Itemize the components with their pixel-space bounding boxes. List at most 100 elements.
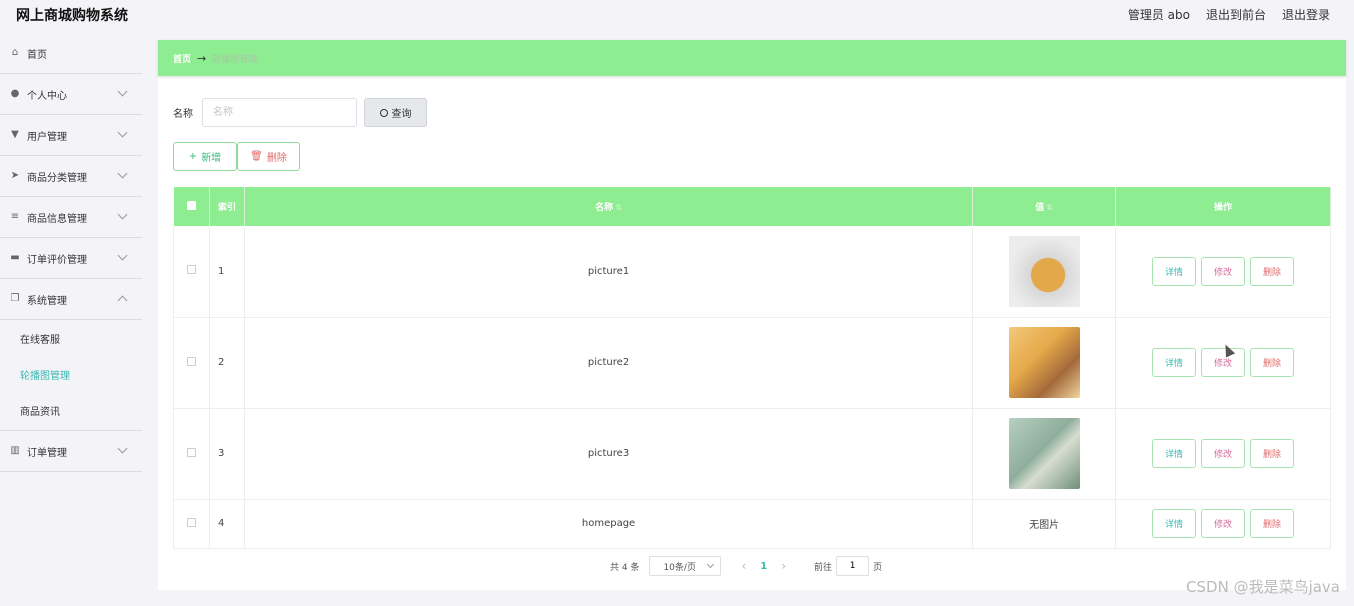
admin-label: 管理员 abo xyxy=(1127,8,1190,22)
sidebar-item-label: 用户管理 xyxy=(27,131,67,143)
user-icon: ● xyxy=(10,88,20,99)
table-row: 3 picture3 详情 修改 删除 xyxy=(173,408,1331,500)
row-name: picture2 xyxy=(244,317,974,409)
delete-button[interactable]: 删除 xyxy=(1250,348,1295,377)
monitor-icon: ▬ xyxy=(10,252,20,263)
row-checkbox[interactable] xyxy=(186,265,196,275)
row-no-image: 无图片 xyxy=(972,499,1117,549)
trash-icon: 🗑 xyxy=(250,151,263,162)
sidebar-sub-customer-service[interactable]: 在线客服 xyxy=(0,320,142,356)
detail-button[interactable]: 详情 xyxy=(1152,348,1197,377)
goto-prefix: 前往 xyxy=(814,562,833,573)
sidebar-item-profile[interactable]: ● 个人中心 xyxy=(0,74,142,115)
arrow-right-icon: → xyxy=(197,51,207,65)
breadcrumb-current: 轮播图管理 xyxy=(212,54,258,65)
add-button[interactable]: + 新增 xyxy=(173,142,237,171)
prev-page-button[interactable]: ‹ xyxy=(741,559,746,573)
col-name[interactable]: 名称 ⇅ xyxy=(244,187,974,226)
sidebar-sub-carousel[interactable]: 轮播图管理 xyxy=(0,356,142,392)
sidebar-item-label: 系统管理 xyxy=(27,295,67,307)
delete-button[interactable]: 删除 xyxy=(1250,509,1295,538)
edit-button[interactable]: 修改 xyxy=(1201,439,1246,468)
next-page-button[interactable]: › xyxy=(781,559,786,573)
row-checkbox[interactable] xyxy=(186,447,196,457)
row-name: homepage xyxy=(244,499,974,549)
detail-button[interactable]: 详情 xyxy=(1152,439,1197,468)
row-name: picture1 xyxy=(244,226,974,318)
chevron-up-icon xyxy=(117,295,128,306)
sidebar-item-label: 首页 xyxy=(27,49,47,61)
sidebar-item-label: 订单评价管理 xyxy=(27,254,87,266)
page-size-select[interactable]: 10条/页 xyxy=(649,556,722,576)
select-all-checkbox[interactable] xyxy=(186,200,196,210)
sidebar-sub-news[interactable]: 商品资讯 xyxy=(0,392,142,428)
col-index: 索引 xyxy=(209,187,245,226)
list-icon: ≡ xyxy=(10,211,20,222)
sidebar-item-system[interactable]: ❐ 系统管理 xyxy=(0,279,142,320)
watermark: CSDN @我是菜鸟java xyxy=(1186,578,1340,596)
sidebar-item-users[interactable]: ▼ 用户管理 xyxy=(0,115,142,156)
table-row: 4 homepage 无图片 详情 修改 删除 xyxy=(173,499,1331,549)
delete-button[interactable]: 删除 xyxy=(1250,439,1295,468)
carousel-thumbnail[interactable] xyxy=(1008,418,1080,489)
top-right-nav: 管理员 abo 退出到前台 退出登录 xyxy=(1128,6,1330,23)
chevron-down-icon xyxy=(117,86,128,97)
col-name-label: 名称 xyxy=(595,203,614,213)
row-index: 2 xyxy=(209,317,245,409)
search-row: 名称 查询 xyxy=(173,98,427,127)
pager-total: 共 4 条 xyxy=(610,562,640,573)
search-input[interactable] xyxy=(202,98,357,127)
sidebar-item-orders[interactable]: ▥ 订单管理 xyxy=(0,431,142,472)
breadcrumb: 首页 → 轮播图管理 xyxy=(158,40,1346,76)
action-row: + 新增 🗑 删除 xyxy=(173,142,300,171)
chevron-down-icon xyxy=(117,250,128,261)
home-icon: ⌂ xyxy=(11,47,19,58)
system-submenu: 在线客服 轮播图管理 商品资讯 xyxy=(0,320,142,431)
row-checkbox[interactable] xyxy=(186,517,196,527)
logout-link[interactable]: 退出登录 xyxy=(1282,6,1330,23)
sort-icon[interactable]: ⇅ xyxy=(1046,203,1053,212)
sidebar-item-products[interactable]: ≡ 商品信息管理 xyxy=(0,197,142,238)
row-index: 1 xyxy=(209,226,245,318)
exit-to-front-link[interactable]: 退出到前台 xyxy=(1206,6,1266,23)
chevron-down-icon xyxy=(117,168,128,179)
sidebar-item-label: 商品分类管理 xyxy=(27,172,87,184)
sidebar-item-label: 订单管理 xyxy=(27,447,67,459)
sidebar-item-label: 个人中心 xyxy=(27,90,67,102)
users-icon: ▼ xyxy=(11,129,19,140)
edit-button[interactable]: 修改 xyxy=(1201,509,1246,538)
goto-suffix: 页 xyxy=(873,562,883,573)
carousel-thumbnail[interactable] xyxy=(1008,327,1080,398)
col-actions: 操作 xyxy=(1115,187,1331,226)
sidebar-item-categories[interactable]: ➤ 商品分类管理 xyxy=(0,156,142,197)
row-name: picture3 xyxy=(244,408,974,500)
batch-delete-button[interactable]: 🗑 删除 xyxy=(237,142,300,171)
row-index: 3 xyxy=(209,408,245,500)
app-title: 网上商城购物系统 xyxy=(16,8,128,24)
edit-button[interactable]: 修改 xyxy=(1201,256,1246,286)
sidebar-item-reviews[interactable]: ▬ 订单评价管理 xyxy=(0,238,142,279)
page-number-current[interactable]: 1 xyxy=(760,561,767,572)
query-button[interactable]: 查询 xyxy=(364,98,427,127)
col-value[interactable]: 值 ⇅ xyxy=(972,187,1117,226)
detail-button[interactable]: 详情 xyxy=(1152,256,1197,286)
search-icon xyxy=(379,108,388,117)
carousel-thumbnail[interactable] xyxy=(1008,235,1080,307)
table-header-row: 索引 名称 ⇅ 值 ⇅ 操作 xyxy=(173,187,1331,226)
goto-page-input[interactable] xyxy=(836,556,870,576)
carousel-table: 索引 名称 ⇅ 值 ⇅ 操作 1 picture1 详情 修改 删除 2 pic… xyxy=(173,187,1331,549)
detail-button[interactable]: 详情 xyxy=(1152,509,1197,538)
select-all-cell xyxy=(173,187,210,226)
row-index: 4 xyxy=(209,499,245,549)
sort-icon[interactable]: ⇅ xyxy=(615,203,622,212)
sidebar-item-label: 商品信息管理 xyxy=(27,213,87,225)
pagination: 共 4 条 10条/页 ‹ 1 › 前往 页 xyxy=(610,556,882,576)
search-label: 名称 xyxy=(173,109,193,120)
row-checkbox[interactable] xyxy=(186,356,196,366)
sidebar: ⌂ 首页 ● 个人中心 ▼ 用户管理 ➤ 商品分类管理 ≡ 商品信息管理 ▬ 订… xyxy=(0,33,142,606)
chevron-down-icon xyxy=(117,443,128,454)
breadcrumb-home[interactable]: 首页 xyxy=(173,52,191,65)
delete-button[interactable]: 删除 xyxy=(1250,256,1295,286)
sidebar-item-home[interactable]: ⌂ 首页 xyxy=(0,33,142,74)
add-button-label: 新增 xyxy=(201,153,222,164)
